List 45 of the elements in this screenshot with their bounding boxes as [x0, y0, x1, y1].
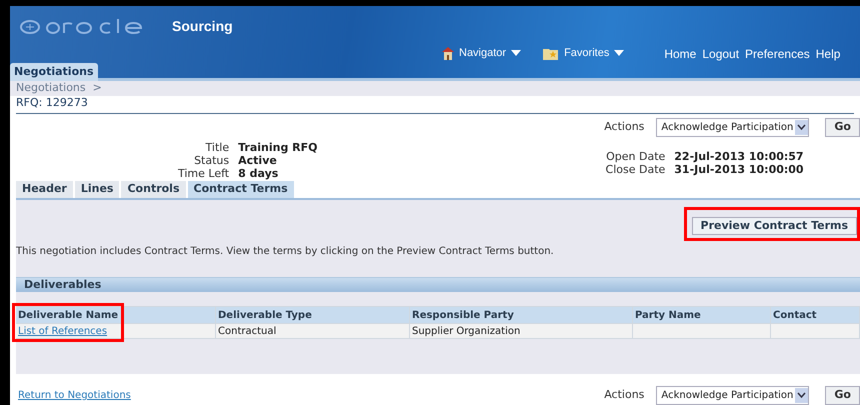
- caret-icon: [511, 50, 522, 56]
- field-label: Title: [204, 140, 230, 154]
- folder-star-icon: [543, 46, 560, 60]
- house-icon: [442, 46, 454, 60]
- actions-label: Actions: [604, 118, 644, 135]
- table-cell: Contractual: [216, 323, 410, 339]
- tab[interactable]: Controls: [121, 180, 186, 198]
- main-tab[interactable]: Negotiations: [10, 63, 98, 81]
- actions-dropdown[interactable]: Acknowledge Participation: [656, 386, 810, 405]
- tab[interactable]: Contract Terms: [188, 180, 294, 198]
- column-header: Contact: [771, 306, 860, 323]
- field-label: Open Date: [606, 150, 666, 162]
- actions-label: Actions: [604, 387, 644, 404]
- go-button[interactable]: Go: [825, 386, 860, 405]
- page-title: RFQ: 129273: [16, 95, 88, 111]
- field-label: Time Left: [178, 166, 230, 180]
- actions-dropdown[interactable]: Acknowledge Participation: [656, 118, 810, 136]
- header-link[interactable]: Home: [664, 45, 696, 63]
- preview-contract-terms-button[interactable]: Preview Contract Terms: [692, 217, 857, 235]
- column-header: Party Name: [633, 306, 771, 323]
- field-value: Training RFQ: [238, 140, 318, 154]
- menu-button[interactable]: Favorites: [543, 44, 624, 62]
- field-label: Close Date: [606, 162, 666, 176]
- return-link[interactable]: Return to Negotiations: [18, 388, 131, 403]
- section-header: Deliverables: [16, 277, 860, 292]
- header-link[interactable]: Help: [816, 45, 840, 63]
- tab[interactable]: Lines: [74, 180, 120, 198]
- column-header: Responsible Party: [410, 306, 633, 323]
- column-header: Deliverable Type: [216, 306, 410, 323]
- column-header: Deliverable Name: [16, 306, 216, 323]
- tab[interactable]: Header: [16, 180, 73, 198]
- field-label: Status: [193, 154, 230, 166]
- field-value: Active: [238, 154, 278, 166]
- go-button[interactable]: Go: [825, 118, 860, 136]
- field-value: 8 days: [238, 166, 280, 180]
- field-value: 22-Jul-2013 10:00:57: [674, 150, 804, 162]
- header-link[interactable]: Preferences: [745, 45, 810, 63]
- menu-button[interactable]: Navigator: [442, 44, 522, 62]
- field-value: 31-Jul-2013 10:00:00: [674, 162, 804, 176]
- info-message: This negotiation includes Contract Terms. View the terms by clicking on the Preview Contract Terms button.: [16, 245, 555, 259]
- breadcrumb-link[interactable]: Negotiations >: [16, 80, 102, 96]
- table-cell: Supplier Organization: [410, 323, 633, 339]
- header-link[interactable]: Logout: [702, 45, 740, 63]
- product-title: Sourcing: [172, 17, 233, 36]
- caret-icon: [614, 50, 624, 56]
